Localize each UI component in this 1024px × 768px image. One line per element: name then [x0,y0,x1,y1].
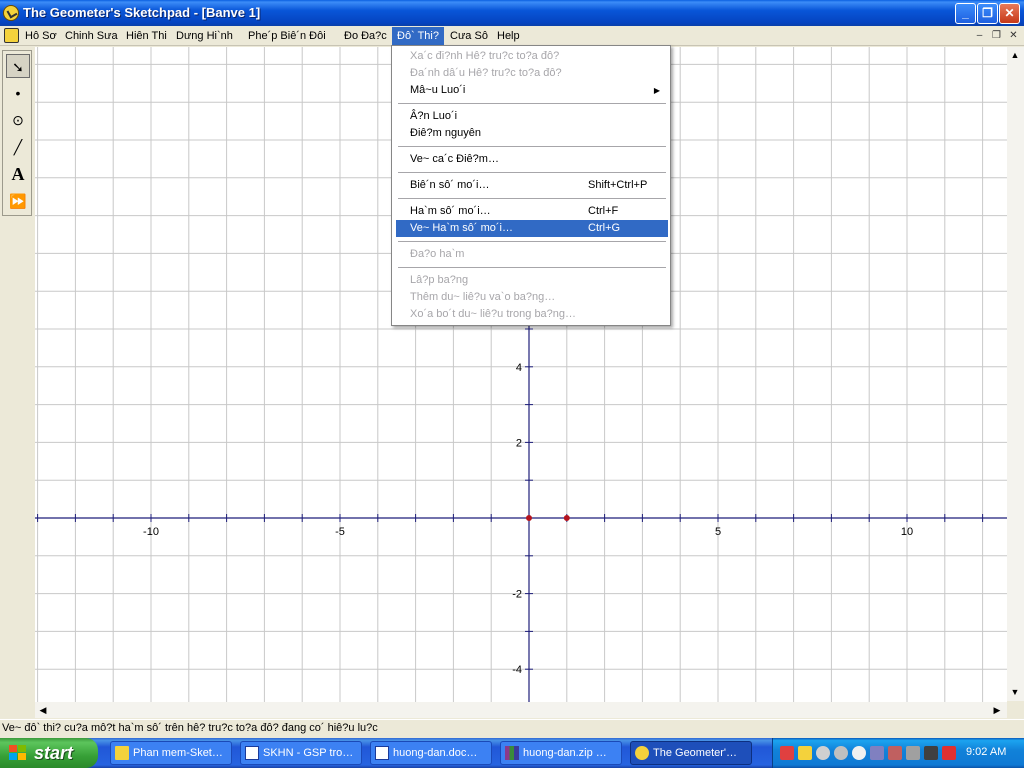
menu-item-hide-grid[interactable]: Â?n Luo´i [396,108,668,125]
menu-item-derivative[interactable]: Đa?o ha`m [396,246,668,263]
scroll-left-arrow[interactable]: ◀ [35,702,51,718]
word-icon [245,746,259,760]
menu-separator [398,241,666,242]
doc-minimize-button[interactable]: – [972,29,987,42]
tray-v-icon[interactable] [798,746,812,760]
plot-point [563,515,570,521]
taskbar-button-folder[interactable]: Phan mem-Sket… [110,741,232,765]
word-icon [375,746,389,760]
taskbar-button-word-skhn[interactable]: SKHN - GSP tro… [240,741,362,765]
maximize-button[interactable]: ❐ [977,3,998,24]
doc-restore-button[interactable]: ❐ [989,29,1004,42]
clock: 9:02 AM [966,746,1007,758]
tray-app-icon[interactable] [780,746,794,760]
menu-graph[interactable]: Đô` Thi? [392,27,444,45]
menu-measure[interactable]: Đo Đa?c [339,27,392,45]
taskbar-button-sketchpad[interactable]: The Geometer'… [630,741,752,765]
windows-logo-icon [9,745,26,760]
x-tick-label: 5 [715,526,721,538]
doc-close-button[interactable]: ✕ [1006,29,1021,42]
tray-network-icon[interactable] [870,746,884,760]
scroll-up-arrow[interactable]: ▲ [1007,47,1023,63]
tray-minus-icon[interactable] [816,746,830,760]
tray-security-icon[interactable] [888,746,902,760]
close-button[interactable]: ✕ [999,3,1020,24]
plot-point [526,515,532,521]
arrow-tool-icon[interactable]: ➘ [6,54,30,78]
menu-item-tabulate[interactable]: Lâ?p ba?ng [396,272,668,289]
tray-device-icon[interactable] [906,746,920,760]
menu-help[interactable]: Help [492,27,525,45]
submenu-arrow-icon: ▶ [653,86,660,95]
tray-speaker-icon[interactable] [924,746,938,760]
menu-transform[interactable]: Phe´p Biê´n Đôi [243,27,331,45]
point-tool-icon[interactable]: • [6,81,30,105]
menu-item-snap-points[interactable]: Điê?m nguyên [396,125,668,142]
menu-window[interactable]: Cưa Sô [445,27,493,45]
status-text: Ve~ đô` thi? cu?a mô?t ha`m sô´ trên hê?… [2,722,378,734]
menu-item-plot-new-function[interactable]: Ve~ Ha`m sô´ mo´i… Ctrl+G [396,220,668,237]
menu-view[interactable]: Hiên Thi [121,27,172,45]
y-tick-label: 2 [516,437,522,449]
x-tick-label: -10 [143,526,159,538]
sketchpad-icon [635,746,649,760]
menu-file[interactable]: Hô Sơ [20,27,62,45]
menu-item-plot-points[interactable]: Ve~ ca´c Điê?m… [396,151,668,168]
menu-item-add-table-data[interactable]: Thêm du~ liê?u va`o ba?ng… [396,289,668,306]
y-tick-label: -4 [512,664,522,676]
line-tool-icon[interactable]: ╱ [6,135,30,159]
menu-separator [398,103,666,104]
menu-separator [398,146,666,147]
menu-separator [398,172,666,173]
menu-item-grid-form[interactable]: Mâ~u Luo´i ▶ [396,82,668,99]
menu-item-mark-coordinate-system[interactable]: Đa´nh dâ´u Hê? tru?c to?a đô? [396,65,668,82]
tray-keyboard-icon[interactable] [942,746,956,760]
y-tick-label: -2 [512,589,522,601]
document-icon[interactable] [4,28,19,43]
scroll-down-arrow[interactable]: ▼ [1007,684,1023,700]
tray-disk-icon[interactable] [834,746,848,760]
text-tool-icon[interactable]: A [6,162,30,186]
x-tick-label: 10 [901,526,913,538]
menu-item-define-coordinate-system[interactable]: Xa´c đi?nh Hê? tru?c to?a đô? [396,48,668,65]
menu-separator [398,267,666,268]
window-title: The Geometer's Sketchpad - [Banve 1] [23,5,261,20]
compass-tool-icon[interactable]: ⊙ [6,108,30,132]
toolbox: ➘ • ⊙ ╱ A ⏩ [2,50,32,216]
menu-separator [398,198,666,199]
graph-dropdown-menu: Xa´c đi?nh Hê? tru?c to?a đô? Đa´nh dâ´u… [391,45,671,326]
menu-item-new-function[interactable]: Ha`m sô´ mo´i… Ctrl+F [396,203,668,220]
menu-edit[interactable]: Chinh Sưa [60,27,123,45]
scroll-right-arrow[interactable]: ▶ [989,702,1005,718]
menu-item-remove-table-data[interactable]: Xo´a bo´t du~ liê?u trong ba?ng… [396,306,668,323]
taskbar-button-zip[interactable]: huong-dan.zip … [500,741,622,765]
tray-download-icon[interactable] [852,746,866,760]
menu-construct[interactable]: Dưng Hi`nh [171,27,238,45]
menu-item-new-parameter[interactable]: Biê´n sô´ mo´i… Shift+Ctrl+P [396,177,668,194]
minimize-button[interactable]: _ [955,3,976,24]
taskbar-button-word-huongdan[interactable]: huong-dan.doc… [370,741,492,765]
horizontal-scrollbar[interactable]: ◀ ▶ [35,702,1007,718]
folder-icon [115,746,129,760]
x-tick-label: -5 [335,526,345,538]
custom-tool-icon[interactable]: ⏩ [6,189,30,213]
vertical-scrollbar[interactable]: ▲ ▼ [1007,47,1024,701]
y-tick-label: 4 [516,362,522,374]
zip-icon [505,746,519,760]
sketchpad-app-icon[interactable] [3,5,19,21]
